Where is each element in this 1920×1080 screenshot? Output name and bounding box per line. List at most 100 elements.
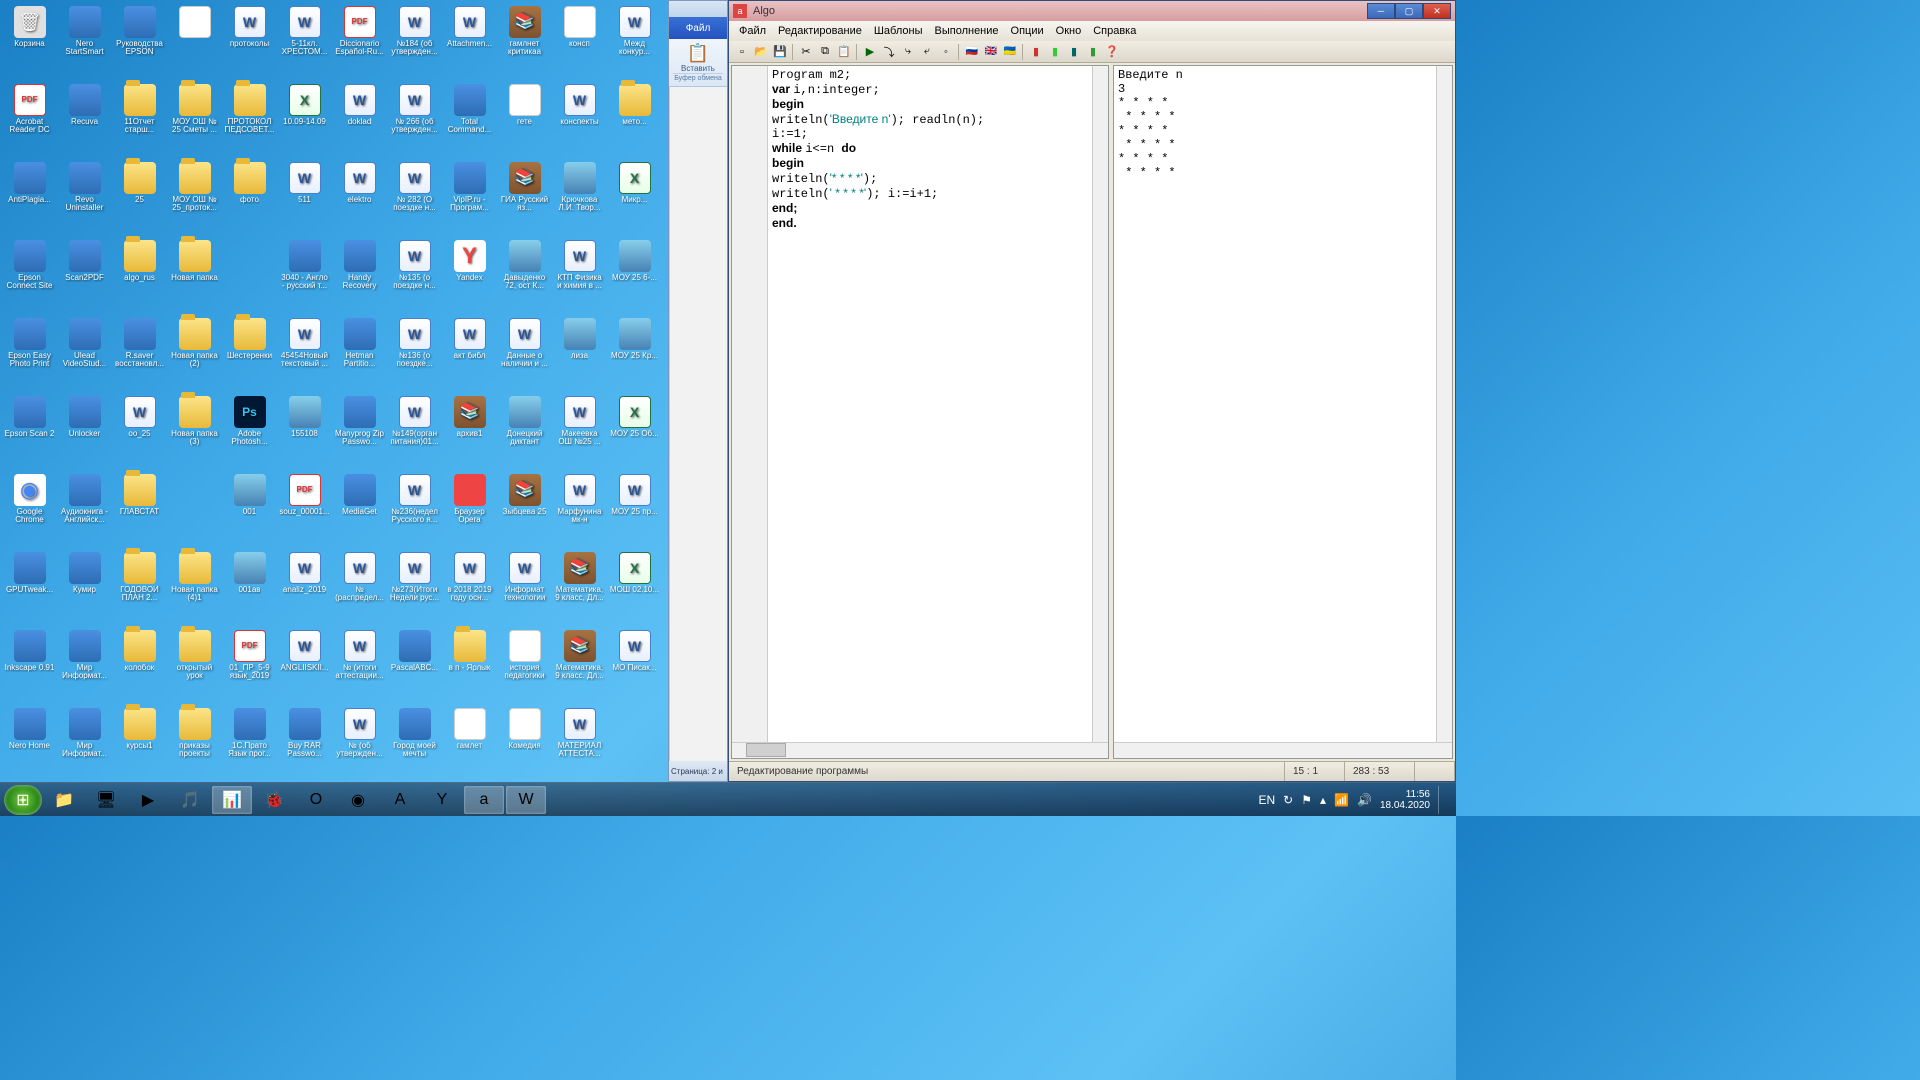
desktop-icon[interactable]: МОУ 25 Об...	[607, 394, 662, 472]
paste-icon[interactable]: 📋	[835, 43, 853, 61]
desktop-icon[interactable]: AntiPlagia...	[2, 160, 57, 238]
taskbar-item[interactable]: ▶	[128, 786, 168, 814]
desktop-icon[interactable]: Мир Информат...	[57, 628, 112, 706]
close-button[interactable]: ✕	[1423, 3, 1451, 19]
desktop-icon[interactable]: Город моей мечты	[387, 706, 442, 784]
start-button[interactable]: ⊞	[4, 785, 42, 815]
taskbar-item[interactable]: a	[464, 786, 504, 814]
desktop-icon[interactable]: Unlocker	[57, 394, 112, 472]
taskbar-item[interactable]: 📁	[44, 786, 84, 814]
desktop-icon[interactable]: Новая папка	[167, 238, 222, 316]
new-file-icon[interactable]: ▫	[733, 43, 751, 61]
run-icon[interactable]: ▶	[861, 43, 879, 61]
desktop-icon[interactable]: открытый урок	[167, 628, 222, 706]
menu-item[interactable]: Файл	[733, 25, 772, 37]
desktop-icon[interactable]: № 266 (об утвержден...	[387, 82, 442, 160]
desktop-icon[interactable]: Математика, 9 класс, Дл...	[552, 550, 607, 628]
menu-item[interactable]: Выполнение	[929, 25, 1005, 37]
desktop-icon[interactable]: Комедия	[497, 706, 552, 784]
desktop-icon[interactable]: консп	[552, 4, 607, 82]
tray-expand-icon[interactable]: ▴	[1320, 793, 1326, 807]
menu-item[interactable]: Справка	[1087, 25, 1142, 37]
desktop-icon[interactable]: ГИА Русский яз...	[497, 160, 552, 238]
desktop-icon[interactable]: 45454Новый текстовый ...	[277, 316, 332, 394]
paste-icon[interactable]: 📋	[687, 43, 709, 64]
desktop-icon[interactable]: ПРОТОКОЛ ПЕДСОВЕТ...	[222, 82, 277, 160]
desktop-icon[interactable]: Аудиокнига - Английск...	[57, 472, 112, 550]
desktop-icon[interactable]: МАТЕРИАЛ АТТЕСТА...	[552, 706, 607, 784]
desktop-icon[interactable]: 10.09-14.09	[277, 82, 332, 160]
horizontal-scrollbar[interactable]	[732, 742, 1108, 758]
desktop-icon[interactable]: Информат технологии	[497, 550, 552, 628]
desktop-icon[interactable]: 01_ПР_5-9 язык_2019	[222, 628, 277, 706]
desktop-icon[interactable]: № (об утвержден...	[332, 706, 387, 784]
desktop-icon[interactable]: акт библ	[442, 316, 497, 394]
taskbar-item[interactable]: ◉	[338, 786, 378, 814]
desktop-icon[interactable]: Марфунина мк-н	[552, 472, 607, 550]
desktop-icon[interactable]: R.saver восстановл...	[112, 316, 167, 394]
desktop-icon[interactable]: 25	[112, 160, 167, 238]
desktop-icon[interactable]: оо_25	[112, 394, 167, 472]
horizontal-scrollbar[interactable]	[1114, 742, 1452, 758]
desktop-icon[interactable]: Epson Scan 2	[2, 394, 57, 472]
tray-sync-icon[interactable]: ↻	[1283, 793, 1293, 807]
desktop-icon[interactable]: Recuva	[57, 82, 112, 160]
code-editor[interactable]: Program m2; var i,n:integer; begin write…	[768, 66, 1108, 742]
desktop-icon[interactable]: 5-11кл. ХРЕСТОМ...	[277, 4, 332, 82]
desktop-icon[interactable]: архив1	[442, 394, 497, 472]
desktop-icon[interactable]: Шестеренки	[222, 316, 277, 394]
copy-icon[interactable]: ⧉	[816, 43, 834, 61]
desktop-icon[interactable]: 3040 - Англо - русский т...	[277, 238, 332, 316]
desktop-icon[interactable]: №236(недел Русского я...	[387, 472, 442, 550]
tray-volume-icon[interactable]: 🔊	[1357, 793, 1372, 807]
desktop-icon[interactable]: лиза	[552, 316, 607, 394]
desktop-icon[interactable]: КТП Физика и химия в ...	[552, 238, 607, 316]
vertical-scrollbar[interactable]	[1092, 66, 1108, 742]
desktop-icon[interactable]: МОУ ОШ № 25_проток...	[167, 160, 222, 238]
tool-c-icon[interactable]: ▮	[1065, 43, 1083, 61]
menu-item[interactable]: Редактирование	[772, 25, 868, 37]
desktop-icon[interactable]: Давыденко 72, ост К...	[497, 238, 552, 316]
desktop-icon[interactable]: Зыбцева 25	[497, 472, 552, 550]
desktop-icon[interactable]: Математика, 9 класс. Дл...	[552, 628, 607, 706]
desktop-icon[interactable]: doklad	[332, 82, 387, 160]
desktop-icon[interactable]: 11Отчет старш...	[112, 82, 167, 160]
help-icon[interactable]: ❓	[1103, 43, 1121, 61]
desktop-icon[interactable]: Google Chrome	[2, 472, 57, 550]
desktop-icon[interactable]: приказы проекты	[167, 706, 222, 784]
desktop-icon[interactable]: Новая папка (3)	[167, 394, 222, 472]
desktop-icon[interactable]	[167, 472, 222, 550]
menu-item[interactable]: Опции	[1005, 25, 1050, 37]
step-over-icon[interactable]: ⤵	[880, 43, 898, 61]
desktop-icon[interactable]: протоколы	[222, 4, 277, 82]
desktop-icon[interactable]: Buy RAR Passwo...	[277, 706, 332, 784]
desktop-icon[interactable]: ANGLIISKII...	[277, 628, 332, 706]
desktop-icon[interactable]: история педагогики	[497, 628, 552, 706]
algo-toolbar[interactable]: ▫ 📂 💾 ✂ ⧉ 📋 ▶ ⤵ ⤷ ⤶ ◦ 🇷🇺 🇬🇧 🇺🇦 ▮ ▮ ▮ ▮ ❓	[729, 41, 1455, 63]
desktop-icon[interactable]: №135 (о поездке н...	[387, 238, 442, 316]
desktop-icon[interactable]: Attachmen...	[442, 4, 497, 82]
taskbar-clock[interactable]: 11:56 18.04.2020	[1380, 789, 1430, 811]
show-desktop-button[interactable]	[1438, 786, 1446, 814]
desktop-icon[interactable]	[607, 706, 662, 784]
desktop-icon[interactable]: Yandex	[442, 238, 497, 316]
desktop-icon[interactable]: в 2018 2019 году осн...	[442, 550, 497, 628]
desktop-icon[interactable]: МОШ 02.10...	[607, 550, 662, 628]
desktop-icon[interactable]: algo_rus	[112, 238, 167, 316]
desktop-icon[interactable]: Корзина	[2, 4, 57, 82]
desktop-icon[interactable]: Hetman Partitio...	[332, 316, 387, 394]
desktop-icon[interactable]: 001ав	[222, 550, 277, 628]
desktop-icon[interactable]: Мир Информат...	[57, 706, 112, 784]
desktop-icon[interactable]: Макеевка ОШ №25 ...	[552, 394, 607, 472]
vertical-scrollbar[interactable]	[1436, 66, 1452, 742]
paste-label[interactable]: Вставить	[681, 64, 715, 73]
desktop-icon[interactable]: Ulead VideoStud...	[57, 316, 112, 394]
desktop-icon[interactable]: гете	[497, 82, 552, 160]
taskbar-item[interactable]: 📊	[212, 786, 252, 814]
desktop-icon[interactable]	[222, 238, 277, 316]
desktop-icon[interactable]: Handy Recovery	[332, 238, 387, 316]
desktop-icon[interactable]: 001	[222, 472, 277, 550]
desktop-icon[interactable]: Nero StartSmart	[57, 4, 112, 82]
desktop-icon[interactable]: колобок	[112, 628, 167, 706]
menu-item[interactable]: Шаблоны	[868, 25, 929, 37]
